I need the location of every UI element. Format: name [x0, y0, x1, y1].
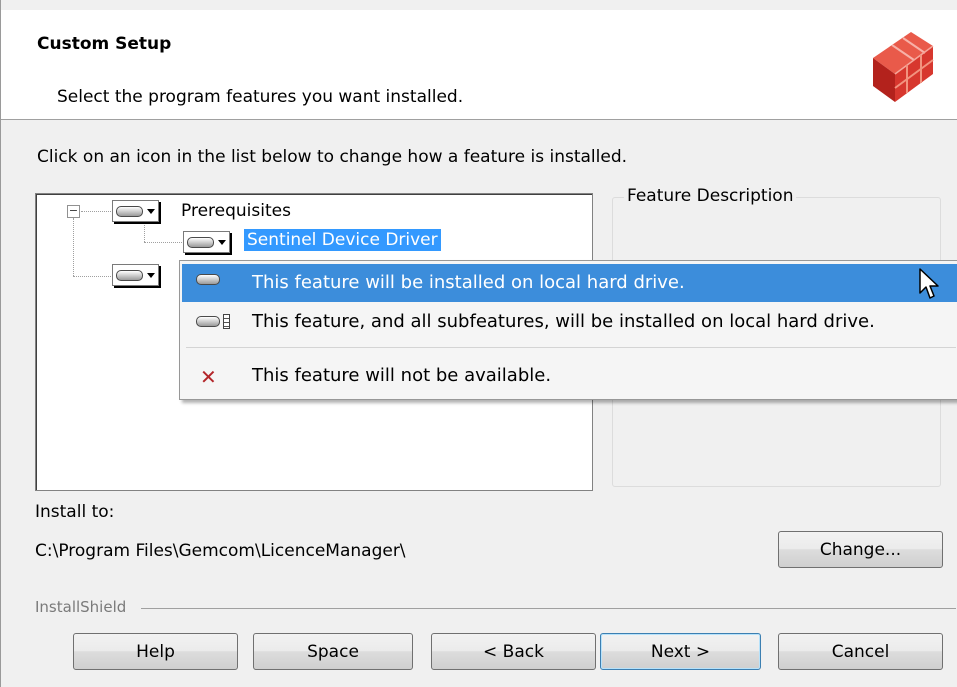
space-button[interactable]: Space — [253, 633, 413, 670]
change-button[interactable]: Change... — [778, 531, 943, 568]
back-button[interactable]: < Back — [431, 633, 596, 670]
prerequisites-feature-dropdown[interactable] — [112, 200, 159, 222]
help-button[interactable]: Help — [73, 633, 238, 670]
next-button[interactable]: Next > — [600, 633, 761, 670]
tree-connector — [73, 218, 74, 276]
menu-item-install-local[interactable]: This feature will be installed on local … — [182, 264, 957, 302]
dropdown-arrow-icon — [218, 239, 226, 245]
feature-description-title: Feature Description — [624, 186, 797, 206]
install-option-menu: This feature will be installed on local … — [179, 260, 957, 400]
instruction-text: Click on an icon in the list below to ch… — [37, 147, 628, 167]
menu-item-label: This feature will not be available. — [252, 365, 552, 386]
install-path: C:\Program Files\Gemcom\LicenceManager\ — [35, 541, 406, 561]
hard-drive-subfeatures-icon — [196, 314, 230, 329]
cancel-button[interactable]: Cancel — [778, 633, 943, 670]
hard-drive-icon — [116, 269, 143, 281]
sentinel-feature-dropdown[interactable] — [183, 231, 230, 253]
menu-item-label: This feature, and all subfeatures, will … — [252, 311, 875, 332]
hard-drive-icon — [116, 205, 143, 217]
tree-connector — [144, 242, 182, 243]
menu-item-not-available[interactable]: ✕ This feature will not be available. — [182, 357, 957, 395]
custom-setup-dialog: Custom Setup Select the program features… — [0, 0, 957, 687]
collapse-toggle-icon[interactable]: − — [67, 205, 80, 218]
menu-item-label: This feature will be installed on local … — [252, 272, 685, 293]
dialog-header: Custom Setup Select the program features… — [1, 10, 957, 120]
setup-logo-icon — [873, 32, 934, 102]
red-x-icon: ✕ — [200, 365, 217, 389]
hard-drive-icon — [187, 236, 214, 248]
tree-item-sentinel-device-driver[interactable]: Sentinel Device Driver — [244, 229, 441, 251]
second-feature-dropdown[interactable] — [112, 264, 159, 286]
dropdown-arrow-icon — [147, 272, 155, 278]
tree-connector — [81, 211, 113, 212]
menu-separator — [186, 347, 956, 348]
footer-divider — [141, 608, 956, 609]
page-title: Custom Setup — [37, 34, 172, 54]
tree-item-prerequisites[interactable]: Prerequisites — [181, 201, 291, 221]
tree-connector — [144, 222, 145, 242]
install-to-label: Install to: — [35, 502, 115, 522]
menu-item-install-all-subfeatures[interactable]: This feature, and all subfeatures, will … — [182, 303, 957, 341]
tree-connector — [73, 276, 111, 277]
mouse-pointer-icon — [919, 268, 939, 299]
installshield-brand: InstallShield — [35, 598, 127, 616]
dropdown-arrow-icon — [147, 208, 155, 214]
page-subtitle: Select the program features you want ins… — [57, 87, 464, 107]
hard-drive-icon — [196, 274, 220, 285]
